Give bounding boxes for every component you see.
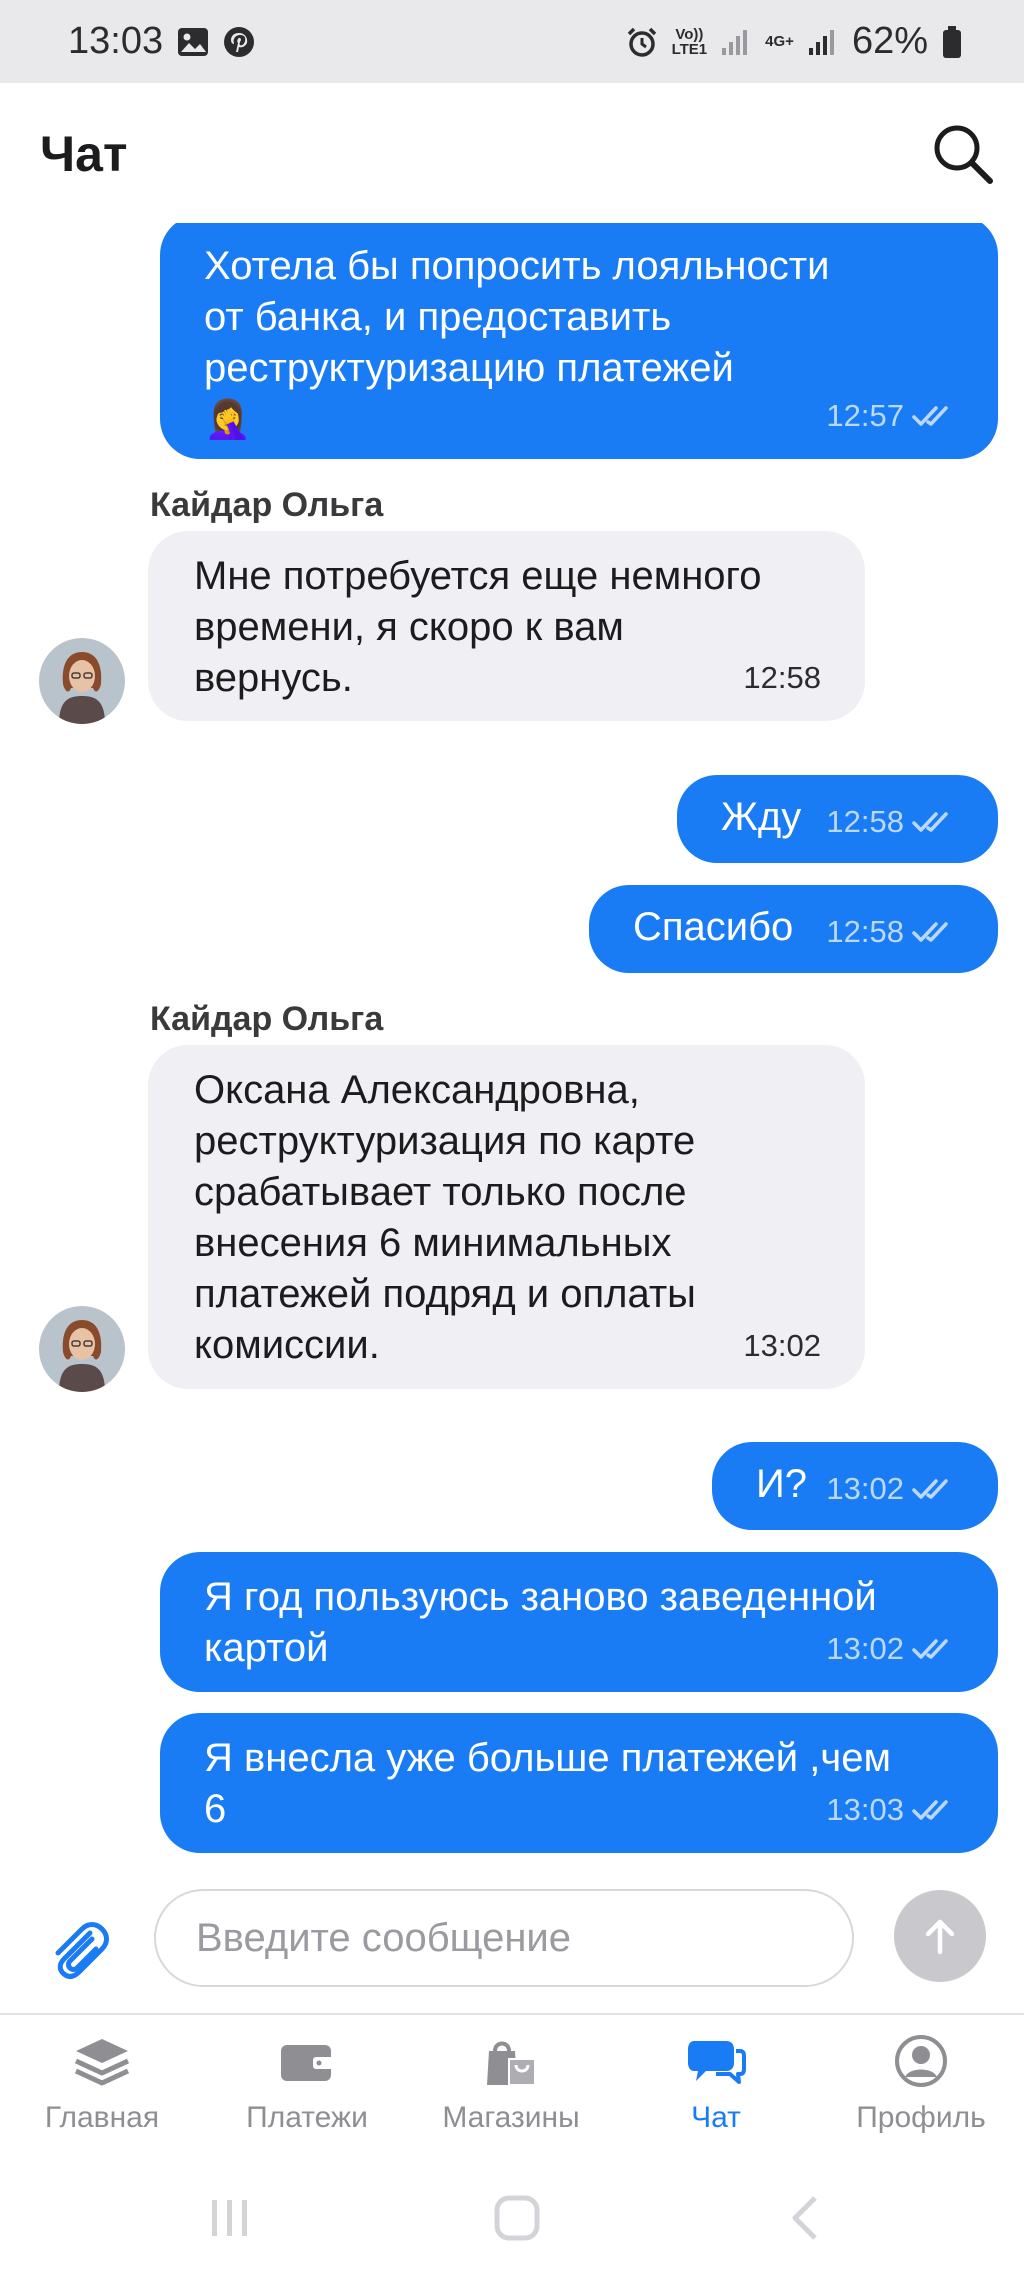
volte-bottom: LTE1 (671, 40, 708, 58)
network-indicator: 4G+ (765, 33, 794, 50)
nav-label: Главная (44, 2101, 160, 2134)
double-check-icon (912, 1799, 948, 1820)
message-incoming[interactable]: Оксана Александровна, реструктуризация п… (148, 1045, 865, 1389)
message-outgoing[interactable]: Жду 12:58 (677, 775, 998, 863)
message-meta: 13:02 (826, 1623, 954, 1674)
arrow-up-icon (925, 1919, 955, 1955)
double-check-icon (912, 811, 948, 832)
message-time: 13:02 (743, 1328, 821, 1363)
paperclip-icon (55, 1922, 109, 1979)
chat-thread[interactable]: Хотела бы попросить лояльности от банка,… (0, 223, 1024, 1873)
message-input[interactable] (154, 1889, 854, 1987)
avatar[interactable] (39, 638, 125, 724)
status-time: 13:03 (68, 20, 164, 62)
message-text: Оксана Александровна, реструктуризация п… (194, 1068, 696, 1367)
profile-icon (891, 2033, 951, 2089)
message-outgoing[interactable]: Спасибо 12:58 (589, 885, 998, 973)
message-time: 12:58 (743, 660, 821, 695)
search-button[interactable] (928, 119, 998, 189)
signal-icon (808, 28, 838, 56)
signal-icon (721, 28, 751, 56)
volte-indicator: Vo)) LTE1 (672, 27, 708, 57)
message-time: 13:02 (826, 1471, 904, 1506)
message-time: 13:03 (826, 1792, 904, 1827)
nav-label: Чат (691, 2101, 741, 2134)
message-composer (0, 1873, 1024, 2013)
search-icon (934, 125, 993, 184)
wallet-icon (277, 2033, 337, 2089)
header: Чат (0, 83, 1024, 223)
status-bar: 13:03 Vo)) LTE1 4G+ 62% (0, 0, 1024, 83)
double-check-icon (912, 1478, 948, 1499)
nav-item-profile[interactable]: Профиль (831, 2033, 1011, 2143)
home-icon (494, 2195, 540, 2241)
battery-icon (942, 25, 962, 59)
agent-photo (39, 638, 125, 724)
agent-photo (39, 1306, 125, 1392)
battery-percent: 62% (851, 20, 928, 62)
message-outgoing[interactable]: И? 13:02 (712, 1442, 998, 1530)
nav-item-home[interactable]: Главная (12, 2033, 192, 2143)
shopping-bags-icon (481, 2033, 541, 2089)
message-time: 12:57 (826, 398, 904, 433)
message-meta: 13:02 (826, 1463, 954, 1514)
system-nav-bar (0, 2158, 1024, 2275)
pinterest-icon (223, 26, 255, 58)
attach-button[interactable] (44, 1915, 114, 1985)
message-meta: 12:58 (826, 906, 954, 957)
avatar[interactable] (39, 1306, 125, 1392)
sender-name: Кайдар Ольга (150, 1000, 384, 1038)
nav-item-shops[interactable]: Магазины (421, 2033, 601, 2143)
recent-apps-button[interactable] (200, 2188, 260, 2248)
recent-apps-icon (212, 2200, 247, 2236)
home-button[interactable] (487, 2188, 547, 2248)
message-time: 12:58 (826, 804, 904, 839)
status-right: Vo)) LTE1 4G+ 62% (626, 20, 962, 63)
nav-item-payments[interactable]: Платежи (217, 2033, 397, 2143)
page-title: Чат (40, 126, 128, 182)
alarm-icon (626, 26, 658, 58)
message-text: Мне потребуется еще немного времени, я с… (194, 554, 762, 700)
chat-bubbles-icon (686, 2033, 746, 2089)
message-time: 13:02 (826, 1631, 904, 1666)
message-outgoing[interactable]: Хотела бы попросить лояльности от банка,… (160, 223, 998, 459)
double-check-icon (912, 1638, 948, 1659)
back-icon (792, 2196, 817, 2240)
volte-top: Vo)) (675, 25, 704, 43)
layers-icon (72, 2033, 132, 2089)
message-incoming[interactable]: Мне потребуется еще немного времени, я с… (148, 531, 865, 721)
message-text: Хотела бы попросить лояльности от банка,… (204, 244, 830, 390)
nav-label: Платежи (246, 2101, 368, 2134)
nav-label: Магазины (442, 2101, 580, 2134)
message-meta: 13:02 (743, 1320, 821, 1371)
message-meta: 12:58 (826, 796, 954, 847)
nav-item-chat[interactable]: Чат (626, 2033, 806, 2143)
double-check-icon (912, 921, 948, 942)
message-meta: 13:03 (826, 1784, 954, 1835)
message-outgoing[interactable]: Я год пользуюсь заново заведенной картой… (160, 1552, 998, 1692)
message-time: 12:58 (826, 914, 904, 949)
message-outgoing[interactable]: Я внесла уже больше платежей ,чем 6 13:0… (160, 1713, 998, 1853)
message-meta: 12:58 (743, 652, 821, 703)
gallery-icon (177, 27, 209, 57)
status-left: 13:03 (68, 20, 255, 63)
double-check-icon (912, 405, 948, 426)
nav-label: Профиль (856, 2101, 986, 2134)
message-meta: 12:57 (826, 390, 954, 441)
send-button[interactable] (894, 1890, 986, 1982)
bottom-nav: Главная Платежи Магазины Чат Профиль (0, 2013, 1024, 2158)
sender-name: Кайдар Ольга (150, 486, 384, 524)
back-button[interactable] (777, 2188, 837, 2248)
